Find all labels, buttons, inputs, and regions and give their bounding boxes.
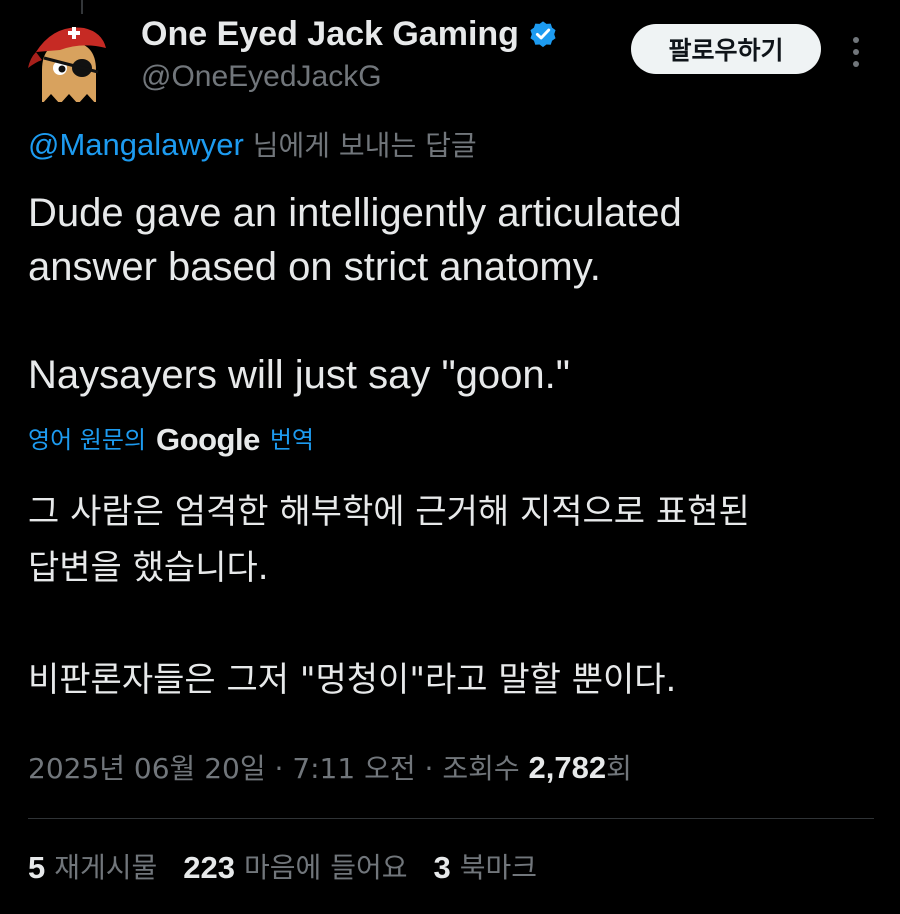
meta-separator: · xyxy=(415,752,443,785)
bookmarks-label: 북마크 xyxy=(459,851,538,884)
tweet-paragraph-2: Naysayers will just say "goon." xyxy=(28,353,570,397)
tweet-line: Dude gave an intelligently articulated xyxy=(28,191,682,235)
tweet-date[interactable]: 2025년 06월 20일 xyxy=(28,752,266,785)
follow-button[interactable]: 팔로우하기 xyxy=(631,24,821,74)
translated-paragraph-2: 비판론자들은 그저 "멍청이"라고 말할 뿐이다. xyxy=(28,660,677,700)
translated-paragraph-1: 그 사람은 엄격한 해부학에 근거해 지적으로 표현된 답변을 했습니다. xyxy=(28,484,888,596)
views-count[interactable]: 2,782 xyxy=(529,750,607,785)
tweet-body: Dude gave an intelligently articulated a… xyxy=(28,186,878,402)
likes-label: 마음에 들어요 xyxy=(244,851,408,884)
divider xyxy=(28,818,874,819)
likes-count: 223 xyxy=(183,850,236,885)
reposts-label: 재게시물 xyxy=(54,851,158,884)
tweet-line: answer based on strict anatomy. xyxy=(28,245,601,289)
translated-line: 그 사람은 엄격한 해부학에 근거해 지적으로 표현된 xyxy=(28,492,750,532)
tweet-header: One Eyed Jack Gaming @OneEyedJackG 팔로우하기 xyxy=(0,0,900,120)
tweet-time[interactable]: 7:11 오전 xyxy=(292,752,415,785)
bookmarks-stat[interactable]: 3 북마크 xyxy=(434,848,538,888)
bookmarks-count: 3 xyxy=(433,850,451,885)
translation-suffix: 번역 xyxy=(269,426,314,454)
translation-attribution[interactable]: 영어 원문의 Google 번역 xyxy=(28,420,314,460)
translation-prefix: 영어 원문의 xyxy=(28,426,147,454)
tweet-paragraph-1: Dude gave an intelligently articulated a… xyxy=(28,186,878,294)
likes-stat[interactable]: 223 마음에 들어요 xyxy=(183,848,407,888)
author-name-row: One Eyed Jack Gaming xyxy=(141,14,559,54)
pirate-ghost-avatar-icon xyxy=(28,27,106,106)
author-handle[interactable]: @OneEyedJackG xyxy=(141,59,382,95)
avatar[interactable] xyxy=(24,18,114,108)
meta-separator: · xyxy=(265,752,293,785)
thread-connector-line xyxy=(81,0,83,14)
reply-context-label: 님에게 보내는 답글 xyxy=(243,129,477,162)
reply-mention-link[interactable]: @Mangalawyer xyxy=(28,127,244,162)
tweet-metadata: 2025년 06월 20일 · 7:11 오전 · 조회수 2,782회 xyxy=(28,748,632,789)
more-vertical-icon[interactable] xyxy=(846,34,866,70)
author-display-name[interactable]: One Eyed Jack Gaming xyxy=(141,14,519,54)
engagement-stats: 5 재게시물 223 마음에 들어요 3 북마크 xyxy=(28,848,563,888)
translated-body: 그 사람은 엄격한 해부학에 근거해 지적으로 표현된 답변을 했습니다. 비판… xyxy=(28,484,888,708)
reply-context: @Mangalawyer 님에게 보내는 답글 xyxy=(28,125,477,166)
google-logo: Google xyxy=(156,422,260,457)
views-label: 조회수 xyxy=(442,752,529,785)
reposts-count: 5 xyxy=(28,850,46,885)
verified-badge-icon[interactable] xyxy=(527,18,559,50)
views-suffix: 회 xyxy=(606,752,632,785)
translated-line: 답변을 했습니다. xyxy=(28,548,269,588)
reposts-stat[interactable]: 5 재게시물 xyxy=(28,848,157,888)
